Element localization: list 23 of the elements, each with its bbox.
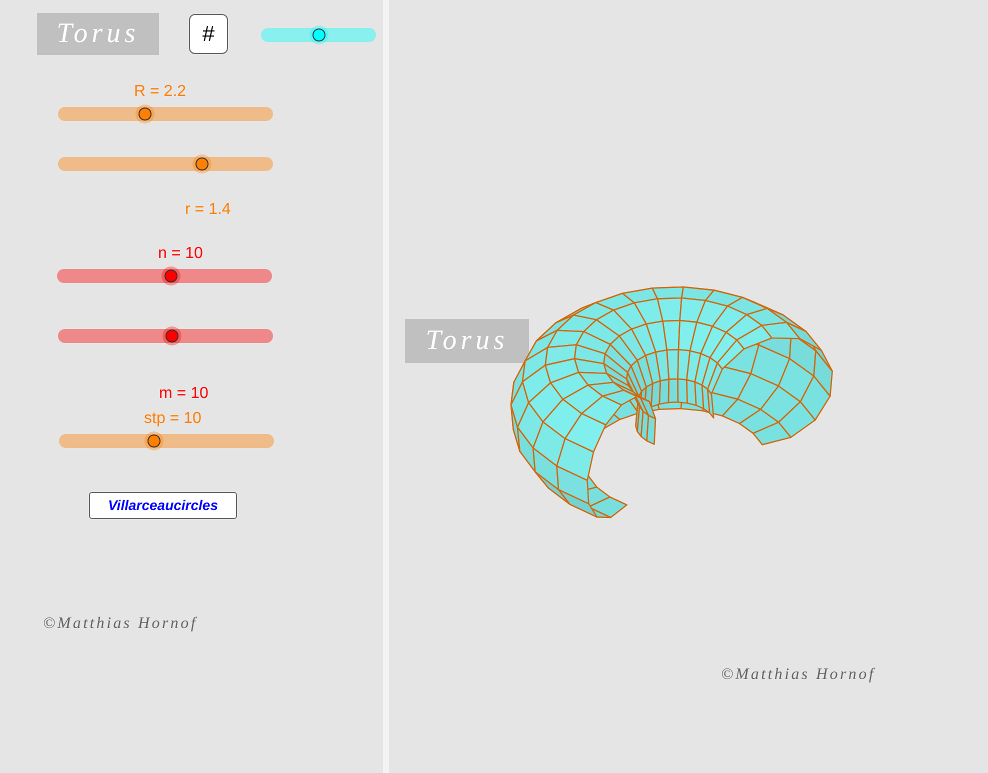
slider-track[interactable]: [58, 157, 273, 171]
slider-label: n = 10: [158, 244, 203, 264]
slider-track[interactable]: [58, 329, 273, 343]
slider-label: m = 10: [159, 384, 208, 404]
slider-thumb[interactable]: [164, 270, 178, 282]
slider-thumb[interactable]: [148, 434, 161, 448]
copyright-text: ©Matthias Hornof: [721, 665, 876, 685]
slider-thumb[interactable]: [312, 28, 325, 42]
slider-thumb[interactable]: [195, 158, 208, 170]
slider-track[interactable]: [57, 269, 272, 283]
slider-thumb[interactable]: [138, 108, 152, 120]
grid-button[interactable]: #: [189, 14, 228, 54]
title-label: Torus: [405, 319, 529, 363]
copyright-text: ©Matthias Hornof: [43, 614, 198, 634]
slider-label: R = 2.2: [134, 82, 186, 102]
title-label: Torus: [37, 13, 159, 55]
slider-thumb[interactable]: [165, 330, 178, 342]
slider-track[interactable]: [58, 107, 273, 121]
slider-track[interactable]: [261, 28, 376, 42]
slider-track[interactable]: [59, 434, 274, 448]
slider-label: r = 1.4: [185, 200, 231, 220]
villarceau-circles-button[interactable]: Villarceaucircles: [89, 492, 237, 519]
slider-label: stp = 10: [144, 409, 202, 429]
